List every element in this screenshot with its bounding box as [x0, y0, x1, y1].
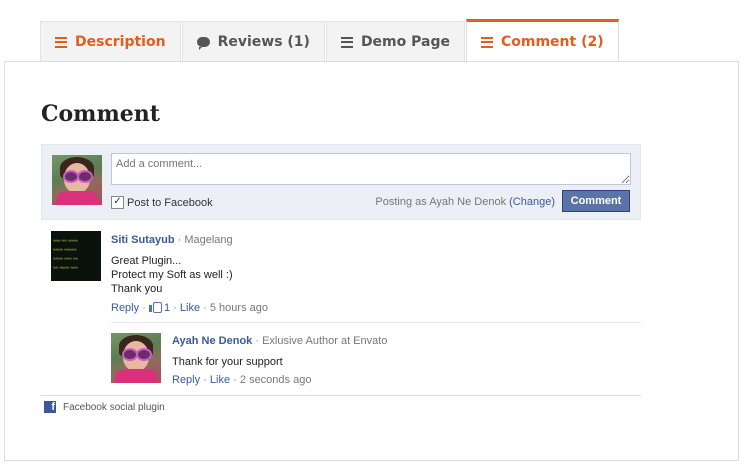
comment-actions: Reply · Like · 2 seconds ago — [172, 374, 312, 386]
like-link[interactable]: Like — [180, 302, 200, 314]
plugin-label[interactable]: Facebook social plugin — [63, 402, 165, 413]
checkbox-icon[interactable]: ✓ — [111, 196, 124, 209]
reply-link[interactable]: Reply — [111, 302, 139, 314]
comment-time: · 5 hours ago — [203, 302, 268, 314]
tab-reviews[interactable]: Reviews (1) — [181, 21, 325, 62]
facebook-icon[interactable]: f — [44, 401, 56, 413]
tab-demo-page[interactable]: Demo Page — [325, 21, 465, 62]
list-icon — [340, 36, 353, 48]
comment-author[interactable]: Ayah Ne Denok — [172, 335, 252, 347]
chat-bubble-icon — [196, 31, 210, 50]
comment-line: Protect my Soft as well :) — [111, 269, 233, 281]
reply-link[interactable]: Reply — [172, 374, 200, 386]
post-to-facebook-label: Post to Facebook — [127, 196, 213, 209]
comment-meta: · Magelang — [177, 234, 233, 246]
tab-label: Demo Page — [360, 34, 450, 50]
post-to-facebook-checkbox[interactable]: ✓ Post to Facebook — [111, 196, 213, 209]
avatar — [111, 333, 161, 383]
avatar — [52, 155, 102, 205]
tab-comment[interactable]: Comment (2) — [465, 19, 619, 62]
comment-author[interactable]: Siti Sutayub — [111, 234, 175, 246]
comment-line: Thank for your support — [172, 356, 283, 368]
posting-as-text: Posting as Ayah Ne Denok — [375, 196, 507, 208]
facebook-plugin-footer: f Facebook social plugin — [44, 401, 165, 413]
comment-body: Great Plugin... Protect my Soft as well … — [111, 254, 233, 296]
comment-actions: Reply · 1 · Like · 5 hours ago — [111, 301, 268, 314]
comment-body: Thank for your support — [172, 355, 283, 369]
comment-reply-item: Ayah Ne Denok · Exlusive Author at Envat… — [111, 332, 641, 392]
avatar: ≈≈≈ ≈≈ ≈≈≈≈ ≈≈≈≈ ≈≈≈≈≈ ≈≈≈≈ ≈≈≈ ≈≈ ≈≈ ≈≈≈≈ … — [51, 231, 101, 281]
tab-bar: Description Reviews (1) Demo Page Commen… — [40, 19, 620, 62]
like-link[interactable]: Like — [210, 374, 230, 386]
comment-compose-box: ✓ Post to Facebook Posting as Ayah Ne De… — [41, 144, 641, 220]
tab-label: Comment (2) — [500, 34, 604, 50]
comment-line: Great Plugin... — [111, 255, 182, 267]
tab-label: Description — [75, 34, 166, 50]
comment-time: · 2 seconds ago — [233, 374, 312, 386]
page-title: Comment — [41, 101, 160, 127]
comment-meta: · Exlusive Author at Envato — [255, 335, 388, 347]
tab-description[interactable]: Description — [40, 21, 181, 62]
comment-button[interactable]: Comment — [562, 190, 630, 212]
divider — [41, 395, 641, 396]
comment-input[interactable] — [111, 153, 631, 185]
list-icon — [55, 36, 67, 48]
tab-label: Reviews (1) — [217, 34, 310, 50]
comment-line: Thank you — [111, 283, 163, 295]
thumbs-up-icon — [148, 301, 162, 313]
change-link[interactable]: (Change) — [509, 196, 555, 208]
list-icon — [480, 36, 493, 48]
posting-as: Posting as Ayah Ne Denok (Change) — [375, 196, 555, 208]
comment-item: ≈≈≈ ≈≈ ≈≈≈≈ ≈≈≈≈ ≈≈≈≈≈ ≈≈≈≈ ≈≈≈ ≈≈ ≈≈ ≈≈≈≈ … — [41, 230, 641, 320]
like-count[interactable]: 1 — [164, 302, 170, 314]
divider — [111, 322, 641, 323]
